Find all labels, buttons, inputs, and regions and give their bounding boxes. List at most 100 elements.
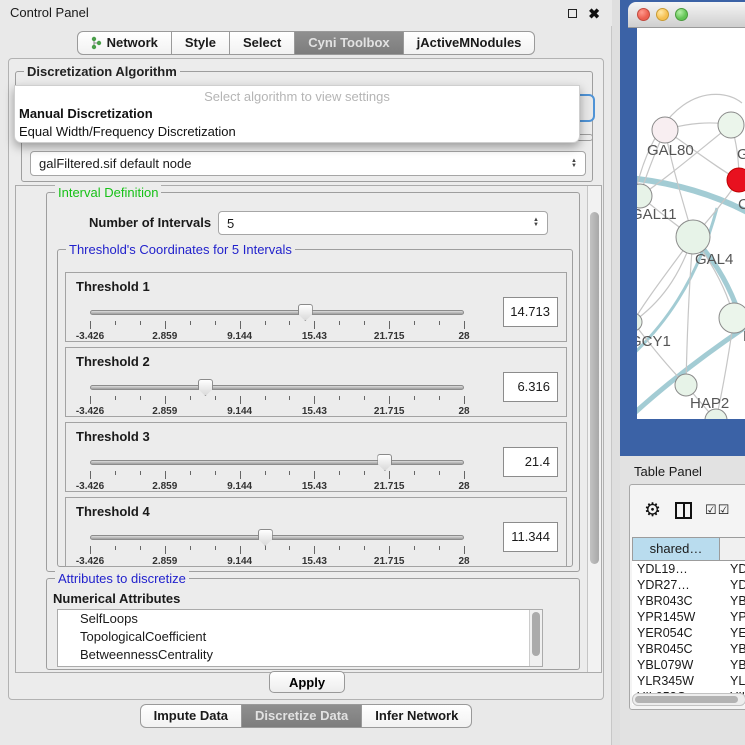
slider-track[interactable] [90, 535, 464, 540]
tab-label: jActiveMNodules [417, 32, 522, 54]
cell-name[interactable]: YBL0 [720, 657, 745, 673]
threshold-slider[interactable]: -3.4262.8599.14415.4321.71528 [90, 380, 464, 416]
gear-icon[interactable]: ⚙ [644, 499, 661, 522]
table-row[interactable]: YBR045CYBR0 [632, 641, 745, 657]
network-node-gal4[interactable] [676, 220, 710, 254]
tab-cyni-toolbox[interactable]: Cyni Toolbox [295, 31, 403, 55]
tab-style[interactable]: Style [172, 31, 230, 55]
network-node-h[interactable] [719, 303, 745, 333]
cell-name[interactable]: YER0 [720, 625, 745, 641]
slider-thumb[interactable] [258, 529, 273, 546]
cell-name[interactable]: YPR1 [720, 609, 745, 625]
slider-ticks [90, 321, 464, 330]
slider-thumb[interactable] [298, 304, 313, 321]
table-row[interactable]: YPR145WYPR1 [632, 609, 745, 625]
network-node-g[interactable] [718, 112, 744, 138]
tab-discretize-data[interactable]: Discretize Data [242, 704, 362, 728]
threshold-value-field[interactable]: 14.713 [503, 297, 558, 327]
cell-shared-name[interactable]: YBL079W [632, 657, 720, 673]
number-of-intervals-combobox[interactable]: 5 ▲▼ [218, 211, 548, 235]
table-panel-title: Table Panel [634, 464, 702, 479]
table-header-row: shared…n [632, 537, 745, 561]
attribute-item-topologicalcoefficient[interactable]: TopologicalCoefficient [58, 628, 542, 646]
slider-track[interactable] [90, 310, 464, 315]
table-data-combobox[interactable]: galFiltered.sif default node ▲▼ [30, 151, 586, 176]
cell-shared-name[interactable]: YBR043C [632, 593, 720, 609]
node-attribute-table[interactable]: shared…nYDL19…YDL1YDR27…YDR2YBR043CYBR0Y… [632, 537, 745, 705]
threshold-label: Threshold 1 [76, 279, 150, 294]
threshold-value-field[interactable]: 21.4 [503, 447, 558, 477]
slider-track[interactable] [90, 385, 464, 390]
node-label: GAL11 [637, 206, 677, 223]
tab-infer-network[interactable]: Infer Network [362, 704, 472, 728]
threshold-slider[interactable]: -3.4262.8599.14415.4321.71528 [90, 455, 464, 491]
tab-label: Select [243, 32, 281, 54]
close-traffic-light-icon[interactable] [637, 8, 650, 21]
threshold-value-field[interactable]: 11.344 [503, 522, 558, 552]
threshold-slider[interactable]: -3.4262.8599.14415.4321.71528 [90, 305, 464, 341]
interval-definition-group: Interval Definition Number of Intervals … [46, 192, 580, 572]
settings-vscrollbar[interactable] [587, 186, 601, 672]
column-header-name[interactable]: n [720, 537, 745, 561]
cell-shared-name[interactable]: YLR345W [632, 673, 720, 689]
cell-name[interactable]: YLR3 [720, 673, 745, 689]
number-of-intervals-value: 5 [227, 216, 533, 231]
network-node-gal80[interactable] [652, 117, 678, 143]
table-row[interactable]: YBR043CYBR0 [632, 593, 745, 609]
attribute-item-betweennesscentrality[interactable]: BetweennessCentrality [58, 646, 542, 664]
dropdown-option-equal-width-frequency[interactable]: Equal Width/Frequency Discretization [15, 123, 579, 141]
table-row[interactable]: YDL19…YDL1 [632, 561, 745, 577]
table-hscrollbar[interactable] [632, 693, 745, 706]
hscrollbar-thumb[interactable] [635, 696, 738, 703]
slider-thumb[interactable] [377, 454, 392, 471]
node-label: G [737, 146, 745, 163]
threshold-slider[interactable]: -3.4262.8599.14415.4321.71528 [90, 530, 464, 566]
columns-icon[interactable] [675, 502, 692, 519]
table-row[interactable]: YBL079WYBL0 [632, 657, 745, 673]
cell-shared-name[interactable]: YPR145W [632, 609, 720, 625]
show-columns-icon[interactable]: ☑☑ [705, 502, 730, 518]
combobox-spinner-icon: ▲▼ [571, 159, 577, 169]
cell-shared-name[interactable]: YBR045C [632, 641, 720, 657]
cell-name[interactable]: YBR0 [720, 593, 745, 609]
network-node-hap2[interactable] [675, 374, 697, 396]
cell-name[interactable]: YDL1 [720, 561, 745, 577]
table-row[interactable]: YER054CYER0 [632, 625, 745, 641]
tab-impute-data[interactable]: Impute Data [140, 704, 242, 728]
cell-name[interactable]: YBR0 [720, 641, 745, 657]
threshold-panel-2: Threshold 2-3.4262.8599.14415.4321.71528… [65, 347, 567, 417]
network-canvas[interactable]: GAL80GCGAL11GAL4GCY1HHAP2 [637, 28, 745, 419]
tab-select[interactable]: Select [230, 31, 295, 55]
cell-shared-name[interactable]: YDL19… [632, 561, 720, 577]
zoom-traffic-light-icon[interactable] [675, 8, 688, 21]
attributes-list-vscrollbar[interactable] [529, 610, 542, 666]
column-header-shared-name[interactable]: shared… [632, 537, 720, 561]
cell-shared-name[interactable]: YER054C [632, 625, 720, 641]
cyni-toolbox-panel: Discretization Algorithm Select algorith… [8, 58, 604, 700]
thresholds-group: Threshold's Coordinates for 5 Intervals … [57, 249, 573, 567]
minimize-traffic-light-icon[interactable] [656, 8, 669, 21]
network-node-c[interactable] [727, 168, 745, 192]
float-window-icon[interactable] [568, 9, 577, 18]
tab-jactivemnodules[interactable]: jActiveMNodules [404, 31, 536, 55]
cell-shared-name[interactable]: YDR27… [632, 577, 720, 593]
vscrollbar-thumb[interactable] [590, 212, 599, 564]
table-row[interactable]: YLR345WYLR3 [632, 673, 745, 689]
dropdown-option-manual-discretization[interactable]: Manual Discretization [15, 105, 579, 123]
tab-label: Network [107, 32, 158, 54]
network-window-titlebar[interactable] [628, 2, 745, 28]
apply-button[interactable]: Apply [269, 671, 345, 693]
table-panel-body: ⚙ ☑☑ shared…nYDL19…YDL1YDR27…YDR2YBR043C… [629, 484, 745, 710]
bottom-tab-bar: Impute DataDiscretize Data Infer Network [0, 704, 612, 728]
threshold-value-field[interactable]: 6.316 [503, 372, 558, 402]
slider-thumb[interactable] [198, 379, 213, 396]
node-label: C [738, 196, 745, 213]
numerical-attributes-list[interactable]: SelfLoopsTopologicalCoefficientBetweenne… [57, 609, 543, 667]
table-row[interactable]: YDR27…YDR2 [632, 577, 745, 593]
cell-name[interactable]: YDR2 [720, 577, 745, 593]
slider-track[interactable] [90, 460, 464, 465]
tab-network[interactable]: Network [77, 31, 172, 55]
close-icon[interactable]: ✖ [588, 6, 600, 22]
tab-label: Infer Network [375, 705, 458, 727]
attribute-item-selfloops[interactable]: SelfLoops [58, 610, 542, 628]
